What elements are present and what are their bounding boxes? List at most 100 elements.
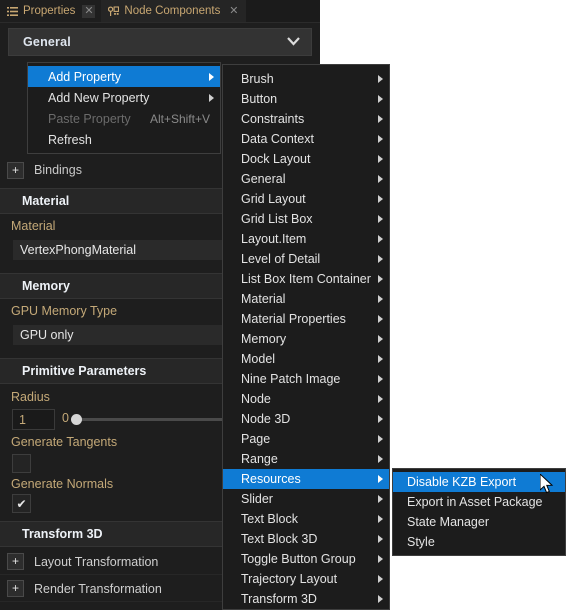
material-property-label: Material — [11, 219, 56, 233]
category-item-grid-list-box[interactable]: Grid List Box — [223, 209, 389, 229]
gpu-memory-type-label: GPU Memory Type — [11, 304, 118, 318]
menu-item-label: Page — [241, 432, 271, 446]
menu-item-label: Nine Patch Image — [241, 372, 341, 386]
category-item-nine-patch-image[interactable]: Nine Patch Image — [223, 369, 389, 389]
category-item-trajectory-layout[interactable]: Trajectory Layout — [223, 569, 389, 589]
menu-item-label: Brush — [241, 72, 274, 86]
resources-item-disable-kzb-export[interactable]: Disable KZB Export — [393, 472, 565, 492]
context-menu-item-add-new-property[interactable]: Add New Property — [28, 87, 220, 108]
chevron-right-icon — [209, 93, 214, 102]
plus-icon[interactable]: + — [7, 580, 24, 597]
category-item-constraints[interactable]: Constraints — [223, 109, 389, 129]
menu-item-label: Material Properties — [241, 312, 346, 326]
radius-slider-knob[interactable] — [71, 414, 82, 425]
category-item-node[interactable]: Node — [223, 389, 389, 409]
category-item-layout-item[interactable]: Layout.Item — [223, 229, 389, 249]
plus-icon[interactable]: + — [7, 161, 24, 179]
menu-item-label: Button — [241, 92, 278, 106]
radius-label: Radius — [11, 390, 50, 404]
category-item-transform-3d[interactable]: Transform 3D — [223, 589, 389, 609]
radius-input[interactable]: 1 — [12, 409, 55, 430]
menu-item-label: Dock Layout — [241, 152, 311, 166]
menu-item-label: Material — [241, 292, 286, 306]
add-property-category-menu[interactable]: Brush Button Constraints Data Context Dock L… — [222, 64, 390, 610]
tab-bar: Properties ✕ Node Components ✕ — [0, 0, 320, 23]
category-item-page[interactable]: Page — [223, 429, 389, 449]
category-item-resources[interactable]: Resources — [223, 469, 389, 489]
generate-tangents-checkbox[interactable] — [12, 454, 31, 473]
chevron-right-icon — [378, 135, 383, 143]
menu-item-label: Node 3D — [241, 412, 291, 426]
category-item-dock-layout[interactable]: Dock Layout — [223, 149, 389, 169]
resources-item-state-manager[interactable]: State Manager — [393, 512, 565, 532]
category-item-range[interactable]: Range — [223, 449, 389, 469]
close-icon[interactable]: ✕ — [82, 4, 96, 18]
category-item-text-block-3d[interactable]: Text Block 3D — [223, 529, 389, 549]
chevron-right-icon — [378, 255, 383, 263]
menu-item-label: Add New Property — [48, 90, 150, 105]
menu-item-label: Node — [241, 392, 271, 406]
chevron-down-icon[interactable] — [286, 33, 301, 51]
category-item-model[interactable]: Model — [223, 349, 389, 369]
tab-node-components[interactable]: Node Components ✕ — [101, 0, 247, 22]
menu-item-label: Resources — [241, 472, 301, 486]
chevron-right-icon — [378, 335, 383, 343]
resources-item-export-in-asset-package[interactable]: Export in Asset Package — [393, 492, 565, 512]
menu-item-label: Transform 3D — [241, 592, 317, 606]
menu-item-label: List Box Item Container — [241, 272, 371, 286]
chevron-right-icon — [378, 575, 383, 583]
chevron-right-icon — [378, 95, 383, 103]
chevron-right-icon — [378, 215, 383, 223]
general-section-header[interactable]: General — [8, 28, 312, 56]
menu-item-label: State Manager — [407, 515, 489, 529]
category-item-grid-layout[interactable]: Grid Layout — [223, 189, 389, 209]
resources-item-style[interactable]: Style — [393, 532, 565, 552]
category-item-data-context[interactable]: Data Context — [223, 129, 389, 149]
menu-item-label: Memory — [241, 332, 287, 346]
context-menu-item-paste-property[interactable]: Paste Property Alt+Shift+V — [28, 108, 220, 129]
menu-item-label: Model — [241, 352, 276, 366]
menu-item-label: Grid List Box — [241, 212, 313, 226]
bindings-label: Bindings — [34, 163, 82, 177]
chevron-right-icon — [378, 595, 383, 603]
chevron-right-icon — [378, 435, 383, 443]
category-item-slider[interactable]: Slider — [223, 489, 389, 509]
chevron-right-icon — [378, 475, 383, 483]
category-item-brush[interactable]: Brush — [223, 69, 389, 89]
category-item-text-block[interactable]: Text Block — [223, 509, 389, 529]
menu-item-shortcut: Alt+Shift+V — [149, 111, 210, 126]
context-menu[interactable]: Add Property Add New Property Paste Proper… — [27, 62, 221, 154]
category-item-general[interactable]: General — [223, 169, 389, 189]
generate-normals-label: Generate Normals — [11, 477, 114, 491]
chevron-right-icon — [378, 315, 383, 323]
menu-item-label: Level of Detail — [241, 252, 321, 266]
chevron-right-icon — [378, 455, 383, 463]
menu-item-label: Text Block 3D — [241, 532, 318, 546]
menu-item-label: Range — [241, 452, 278, 466]
generate-normals-checkbox[interactable]: ✔ — [12, 494, 31, 513]
category-item-node-3d[interactable]: Node 3D — [223, 409, 389, 429]
category-item-memory[interactable]: Memory — [223, 329, 389, 349]
category-item-level-of-detail[interactable]: Level of Detail — [223, 249, 389, 269]
close-icon[interactable]: ✕ — [227, 5, 240, 18]
context-menu-item-add-property[interactable]: Add Property — [28, 66, 220, 87]
category-item-material[interactable]: Material — [223, 289, 389, 309]
menu-item-label: Data Context — [241, 132, 314, 146]
category-item-list-box-item-container[interactable]: List Box Item Container — [223, 269, 389, 289]
category-item-button[interactable]: Button — [223, 89, 389, 109]
chevron-right-icon — [378, 115, 383, 123]
menu-item-label: Refresh — [48, 132, 92, 147]
app-root: Properties ✕ Node Components ✕ General +… — [0, 0, 569, 610]
category-item-toggle-button-group[interactable]: Toggle Button Group — [223, 549, 389, 569]
tab-properties[interactable]: Properties ✕ — [0, 0, 102, 22]
radius-slider-value: 0 — [62, 411, 69, 425]
category-item-material-properties[interactable]: Material Properties — [223, 309, 389, 329]
plus-icon[interactable]: + — [7, 553, 24, 570]
menu-item-label: Constraints — [241, 112, 305, 126]
resources-submenu[interactable]: Disable KZB Export Export in Asset Packag… — [392, 468, 566, 556]
menu-item-label: Add Property — [48, 69, 121, 84]
menu-item-label: Paste Property — [48, 111, 131, 126]
menu-item-label: Grid Layout — [241, 192, 306, 206]
context-menu-item-refresh[interactable]: Refresh — [28, 129, 220, 150]
menu-item-label: Trajectory Layout — [241, 572, 338, 586]
